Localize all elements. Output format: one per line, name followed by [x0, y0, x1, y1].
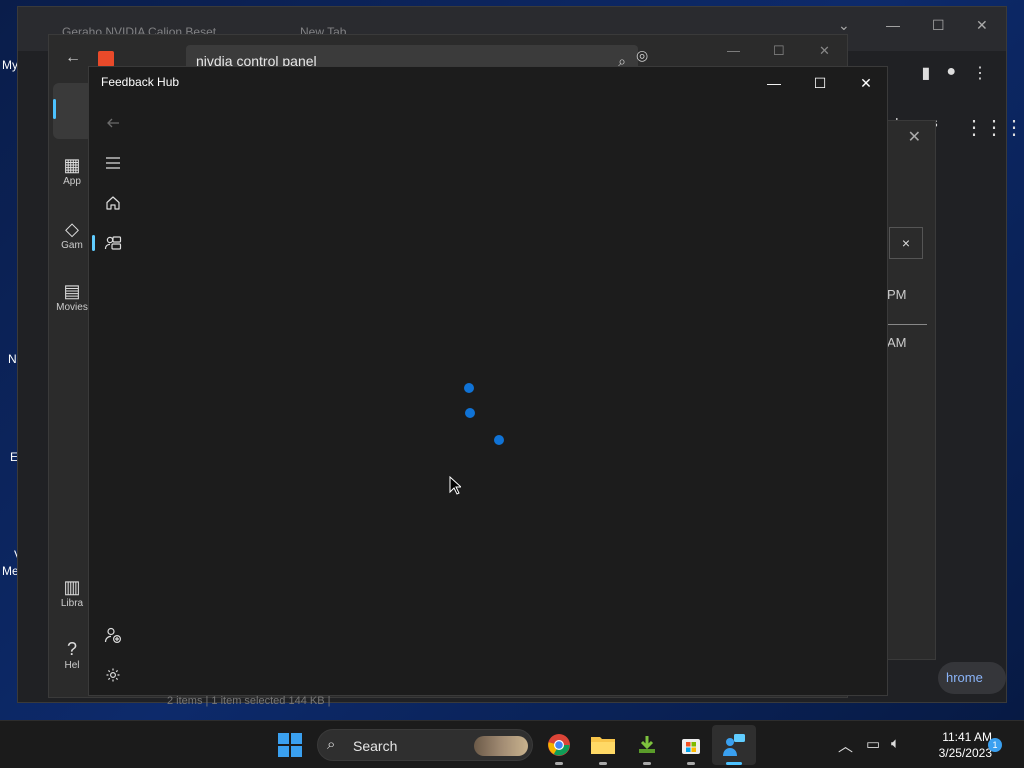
microsoft-store-icon[interactable]: [675, 729, 707, 765]
store-nav-help[interactable]: ? Hel: [53, 639, 91, 671]
loading-dot: [494, 435, 504, 445]
minimize-icon[interactable]: —: [727, 43, 740, 58]
active-nav-indicator: [92, 235, 95, 251]
search-highlight-image: [474, 736, 528, 756]
back-arrow-icon[interactable]: [99, 109, 127, 137]
account-icon[interactable]: ◎: [636, 47, 648, 64]
taskbar: ⌕ Search ︿ ▭ 🔈︎ 11:41 AM 3/25/2023 1: [0, 720, 1024, 768]
store-nav-apps[interactable]: ▦ App: [53, 155, 91, 187]
gear-download-icon[interactable]: [631, 729, 663, 765]
notification-badge[interactable]: 1: [988, 738, 1002, 752]
gaming-icon: ◇: [65, 219, 79, 239]
movies-icon: ▤: [63, 281, 81, 301]
dialog-row-text: PM: [887, 287, 907, 302]
side-panel-icon[interactable]: ▮: [922, 63, 931, 83]
minimize-icon[interactable]: —: [886, 17, 900, 33]
close-icon[interactable]: ✕: [819, 43, 830, 59]
close-icon[interactable]: ✕: [976, 17, 988, 34]
network-icon[interactable]: ▭: [866, 735, 880, 753]
volume-icon[interactable]: 🔈︎: [891, 735, 900, 752]
store-nav-movies[interactable]: ▤ Movies: [53, 281, 91, 313]
window-title: Feedback Hub: [101, 75, 180, 89]
home-icon[interactable]: [99, 189, 127, 217]
chrome-button[interactable]: hrome: [938, 662, 1006, 694]
desktop-icon-label[interactable]: My: [2, 58, 18, 72]
file-explorer-icon[interactable]: [587, 729, 619, 765]
store-logo-icon: [98, 51, 114, 67]
chrome-icon[interactable]: [543, 729, 575, 765]
feedback-hub-window: Feedback Hub — ☐ ✕: [88, 66, 888, 696]
chevron-up-icon[interactable]: ︿: [838, 735, 853, 756]
clock-time: 11:41 AM: [942, 730, 992, 744]
clock-date: 3/25/2023: [938, 746, 992, 760]
store-nav-label: App: [63, 176, 81, 187]
desktop-icon-label[interactable]: N: [8, 352, 17, 366]
taskbar-search[interactable]: ⌕ Search: [317, 729, 533, 761]
apps-icon: ▦: [63, 155, 81, 175]
status-bar-text: 2 items | 1 item selected 144 KB |: [167, 695, 331, 707]
divider: [887, 324, 927, 325]
mouse-cursor-icon: [449, 475, 463, 501]
dialog-clear-button[interactable]: ×: [889, 227, 923, 259]
loading-dot: [465, 408, 475, 418]
taskbar-search-label: Search: [353, 738, 398, 754]
help-icon: ?: [66, 639, 77, 659]
store-nav-label: Movies: [56, 302, 88, 313]
settings-gear-icon[interactable]: [99, 661, 127, 689]
apps-grid-icon[interactable]: ⋮⋮⋮: [964, 115, 1024, 140]
search-icon: ⌕: [327, 736, 336, 753]
store-nav-label: Hel: [64, 660, 80, 671]
back-arrow-icon[interactable]: ←: [65, 49, 81, 67]
maximize-icon[interactable]: ☐: [773, 43, 785, 59]
close-icon[interactable]: ✕: [908, 127, 921, 147]
windows-start-icon[interactable]: [278, 733, 302, 757]
clock[interactable]: 11:41 AM 3/25/2023: [912, 729, 992, 761]
chrome-toolbar: ▮ ● ⋮: [922, 63, 988, 83]
store-nav-library[interactable]: ▥ Libra: [53, 577, 91, 609]
more-menu-icon[interactable]: ⋮: [972, 63, 988, 83]
maximize-icon[interactable]: ☐: [932, 17, 945, 34]
store-nav-label: Gam: [61, 240, 83, 251]
hamburger-menu-icon[interactable]: [99, 149, 127, 177]
close-button[interactable]: ✕: [843, 71, 889, 95]
store-nav-gaming[interactable]: ◇ Gam: [53, 219, 91, 251]
add-account-icon[interactable]: [99, 621, 127, 649]
chevron-down-icon[interactable]: ⌄: [838, 17, 850, 34]
feedback-icon[interactable]: [99, 229, 127, 257]
loading-dot: [464, 383, 474, 393]
store-nav-label: Libra: [60, 598, 84, 609]
feedback-hub-icon[interactable]: [718, 729, 750, 765]
minimize-button[interactable]: —: [751, 71, 797, 95]
maximize-button[interactable]: ☐: [797, 71, 843, 95]
store-nav-home[interactable]: [53, 83, 93, 139]
profile-icon[interactable]: ●: [946, 63, 956, 83]
library-icon: ▥: [63, 577, 81, 597]
dialog-row-text: AM: [887, 335, 907, 350]
